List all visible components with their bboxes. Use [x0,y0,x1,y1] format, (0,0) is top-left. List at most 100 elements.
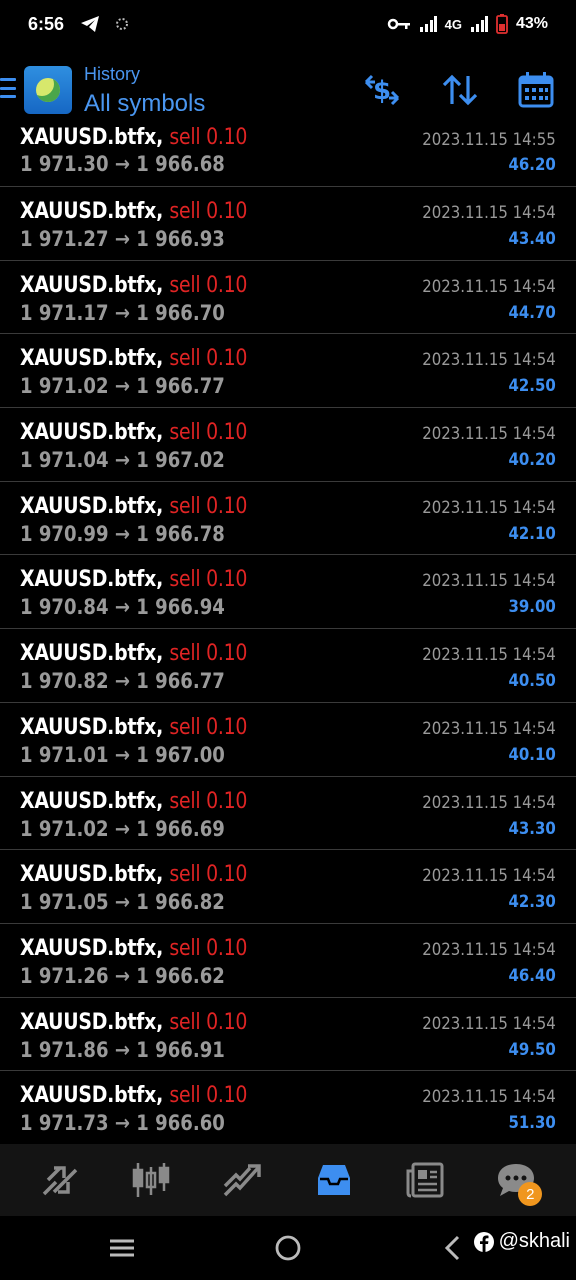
trade-side: sell 0.10 [169,126,248,150]
open-price: 1 971.02 [20,816,109,841]
back-button[interactable] [442,1232,464,1269]
recent-apps-button[interactable] [108,1232,136,1269]
history-icon [317,1165,350,1195]
nav-quotes[interactable] [30,1150,90,1210]
close-price: 1 966.62 [136,963,225,988]
trade-side: sell 0.10 [169,346,248,372]
list-item[interactable]: XAUUSD.btfx, sell 0.10 1 971.86 → 1 966.… [0,998,576,1072]
close-price: 1 966.70 [136,300,225,325]
close-price: 1 966.60 [136,1111,225,1136]
close-price: 1 967.02 [136,448,225,473]
trade-side: sell 0.10 [169,1009,248,1035]
list-item[interactable]: XAUUSD.btfx, sell 0.10 1 970.99 → 1 966.… [0,482,576,556]
calendar-button[interactable] [516,70,556,110]
nav-news[interactable] [395,1150,455,1210]
trade-profit: 51.30 [508,1113,556,1134]
trade-side: sell 0.10 [169,272,248,298]
close-price: 1 966.77 [136,374,225,399]
arrow-icon: → [114,1111,130,1136]
arrow-icon: → [114,669,130,694]
key-icon [387,18,410,30]
trade-time: 2023.11.15 14:54 [422,718,556,739]
app-logo [24,66,72,114]
arrow-icon: → [114,374,130,399]
list-item[interactable]: XAUUSD.btfx, sell 0.10 1 970.82 → 1 966.… [0,629,576,703]
nav-history[interactable] [304,1150,364,1210]
home-button[interactable] [274,1232,302,1269]
svg-text:$: $ [373,76,391,106]
nav-trade[interactable] [212,1150,272,1210]
open-price: 1 971.26 [20,963,109,988]
sort-button[interactable] [440,70,480,110]
list-item[interactable]: XAUUSD.btfx, sell 0.10 1 971.04 → 1 967.… [0,408,576,482]
trade-profit: 39.00 [508,597,556,618]
close-price: 1 966.94 [136,595,225,620]
trade-side: sell 0.10 [169,862,248,888]
watermark-handle: @skhali [498,1230,570,1252]
trade-symbol: XAUUSD.btfx, [20,935,164,961]
trade-symbol: XAUUSD.btfx, [20,199,164,224]
trade-time: 2023.11.15 14:54 [422,792,556,813]
home-icon [275,1235,301,1261]
open-price: 1 971.05 [20,890,109,915]
trade-symbol: XAUUSD.btfx, [20,641,164,667]
open-price: 1 970.82 [20,669,109,694]
arrow-icon: → [114,816,130,841]
trade-time: 2023.11.15 14:54 [422,497,556,518]
list-item[interactable]: XAUUSD.btfx, sell 0.10 1 970.84 → 1 966.… [0,555,576,630]
recent-apps-icon [110,1239,134,1257]
list-item[interactable]: XAUUSD.btfx, sell 0.10 1 971.05 → 1 966.… [0,850,576,924]
trade-profit: 42.10 [508,523,556,544]
arrow-icon: → [114,595,130,620]
trade-symbol: XAUUSD.btfx, [20,862,164,888]
settings-notification-icon [116,18,129,30]
trade-symbol: XAUUSD.btfx, [20,493,164,519]
trade-time: 2023.11.15 14:54 [422,424,556,445]
open-price: 1 971.04 [20,448,109,473]
signal-icon [419,16,437,32]
open-price: 1 971.27 [20,227,109,251]
list-item[interactable]: XAUUSD.btfx, sell 0.10 1 971.30 → 1 966.… [0,126,576,187]
arrow-icon: → [114,448,130,473]
trade-time: 2023.11.15 14:54 [422,1013,556,1034]
trade-profit: 43.40 [508,229,556,249]
trade-symbol: XAUUSD.btfx, [20,346,164,372]
list-item[interactable]: XAUUSD.btfx, sell 0.10 1 971.17 → 1 966.… [0,261,576,335]
trade-time: 2023.11.15 14:55 [422,130,556,150]
list-item[interactable]: XAUUSD.btfx, sell 0.10 1 971.01 → 1 967.… [0,703,576,777]
close-price: 1 966.77 [136,669,225,694]
list-item[interactable]: XAUUSD.btfx, sell 0.10 1 971.27 → 1 966.… [0,187,576,261]
trade-icon [224,1164,262,1197]
trade-time: 2023.11.15 14:54 [422,350,556,371]
trade-profit: 44.70 [508,302,556,323]
status-bar: 6:56 4G 43% [0,0,576,48]
open-price: 1 971.86 [20,1037,109,1062]
trade-time: 2023.11.15 14:54 [422,866,556,887]
history-list[interactable]: XAUUSD.btfx, sell 0.10 1 971.30 → 1 966.… [0,126,576,1144]
open-price: 1 971.73 [20,1111,109,1136]
trade-symbol: XAUUSD.btfx, [20,272,164,298]
trade-side: sell 0.10 [169,714,248,740]
nav-chat[interactable]: 2 [486,1150,546,1210]
nav-chart[interactable] [121,1150,181,1210]
list-item[interactable]: XAUUSD.btfx, sell 0.10 1 971.02 → 1 966.… [0,334,576,409]
trade-side: sell 0.10 [169,641,248,667]
trade-side: sell 0.10 [169,788,248,814]
close-price: 1 966.91 [136,1037,225,1062]
trade-profit: 40.50 [508,671,556,692]
list-item[interactable]: XAUUSD.btfx, sell 0.10 1 971.02 → 1 966.… [0,777,576,851]
menu-icon[interactable] [0,78,16,98]
trade-side: sell 0.10 [169,935,248,961]
currency-exchange-button[interactable]: $ [362,70,402,110]
symbol-selector[interactable]: All symbols [84,90,205,118]
app-header: History All symbols $ [0,56,576,126]
trade-time: 2023.11.15 14:54 [422,276,556,297]
arrow-icon: → [114,521,130,546]
back-icon [444,1235,460,1261]
list-item[interactable]: XAUUSD.btfx, sell 0.10 1 971.26 → 1 966.… [0,924,576,998]
list-item[interactable]: XAUUSD.btfx, sell 0.10 1 971.73 → 1 966.… [0,1071,576,1144]
arrow-icon: → [114,152,130,176]
trade-time: 2023.11.15 14:54 [422,939,556,960]
currency-exchange-icon: $ [364,74,400,106]
facebook-icon [473,1231,494,1252]
